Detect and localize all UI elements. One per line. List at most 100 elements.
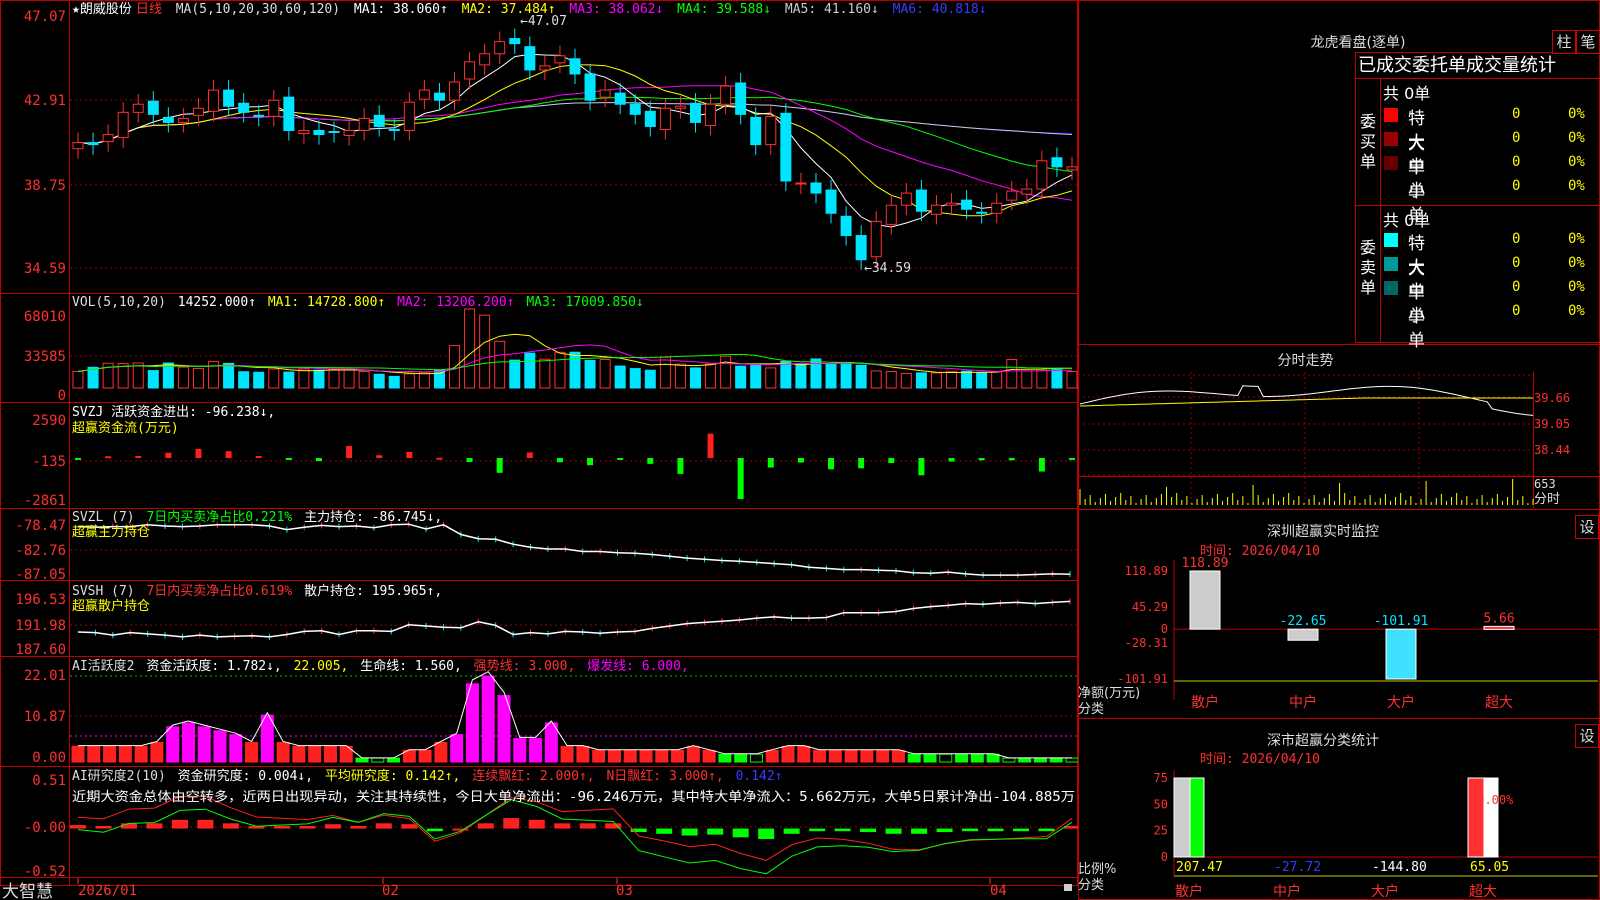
candle <box>840 215 852 236</box>
candle <box>915 189 927 212</box>
order-count: 0 <box>1512 178 1521 194</box>
research-bar <box>911 828 928 834</box>
volume-bar <box>162 362 174 389</box>
activity-bar <box>181 722 195 763</box>
volume-bar <box>328 368 340 389</box>
activity-bar <box>607 749 621 763</box>
activity-bar <box>418 749 432 763</box>
volume-bar <box>614 365 626 389</box>
research-bar <box>273 825 290 829</box>
candle <box>554 55 566 64</box>
candle <box>765 115 777 146</box>
order-percent: 0% <box>1568 255 1585 271</box>
classify-settings-button[interactable]: 设 <box>1575 724 1599 748</box>
candle <box>464 61 476 80</box>
order-percent: 0% <box>1568 178 1585 194</box>
flow-bar <box>496 458 503 473</box>
x-tick: 03 <box>616 883 633 899</box>
research-bar <box>936 828 953 833</box>
price-y-tick: 47.07 <box>24 9 66 25</box>
flow-bar <box>677 458 684 474</box>
order-color-swatch <box>1384 233 1398 247</box>
classify-value-label: 65.05 <box>1470 860 1509 875</box>
activity-bar <box>576 745 590 763</box>
candle <box>358 117 370 131</box>
activity-bar <box>781 745 795 763</box>
candle <box>238 102 250 113</box>
activity-bar <box>813 749 827 763</box>
svzj-y-tick: -2861 <box>24 493 66 509</box>
candle <box>479 53 491 66</box>
order-count: 0 <box>1512 255 1521 271</box>
volume-bar <box>117 363 129 389</box>
monitor-value-label: -22.65 <box>1280 614 1327 629</box>
order-color-swatch <box>1384 156 1398 170</box>
volume-bar <box>298 368 310 389</box>
volume-bar <box>147 370 159 389</box>
activity-bar <box>702 749 716 763</box>
classify-date: 时间: 2026/04/10 <box>1200 752 1320 767</box>
activity-bar <box>292 745 306 763</box>
ai1-y-tick: 10.87 <box>24 709 66 725</box>
monitor-date: 时间: 2026/04/10 <box>1200 544 1320 559</box>
monitor-settings-button[interactable]: 设 <box>1575 515 1599 539</box>
flow-bar <box>978 458 985 461</box>
research-bar <box>222 823 239 829</box>
flow-bar <box>165 452 172 459</box>
activity-bar <box>1018 757 1032 763</box>
volume-bar <box>915 372 927 389</box>
flow-bar <box>1069 458 1075 461</box>
volume-bar <box>494 340 506 389</box>
classify-category: 大户 <box>1371 883 1399 900</box>
vol-y-tick: 68010 <box>24 309 66 325</box>
candle <box>946 202 958 206</box>
tick-mode-button[interactable]: 笔 <box>1576 30 1600 54</box>
flow-bar <box>888 458 895 464</box>
candle <box>539 65 551 71</box>
flow-bar <box>828 458 835 470</box>
activity-bar <box>229 734 243 763</box>
activity-bar <box>939 753 953 763</box>
classify-category: 散户 <box>1175 883 1203 900</box>
volume-bar <box>825 363 837 389</box>
monitor-category: 超大 <box>1485 695 1513 711</box>
candle <box>298 129 310 135</box>
main-chart-area[interactable]: 47.07 42.91 38.75 34.59 68010 33585 0 25… <box>0 0 1078 900</box>
fenshi-avg-line <box>1079 397 1533 407</box>
research-bar <box>554 823 571 829</box>
order-count: 0 <box>1512 130 1521 146</box>
activity-bar <box>923 753 937 763</box>
lock-icon[interactable] <box>1064 884 1072 891</box>
research-bar <box>426 828 443 832</box>
svsh-subtitle: 超赢散户持仓 <box>72 598 150 614</box>
buy-total: 共 0单 <box>1383 84 1431 103</box>
research-bar <box>579 823 596 829</box>
svzj-subtitle: 超赢资金流(万元) <box>72 420 179 436</box>
candle <box>192 107 204 116</box>
research-bar <box>1038 828 1055 832</box>
research-bar <box>70 825 86 829</box>
volume-bar <box>358 371 370 389</box>
order-percent: 0% <box>1568 154 1585 170</box>
bar-mode-button[interactable]: 柱 <box>1552 30 1576 54</box>
candle <box>343 129 355 137</box>
x-tick: 02 <box>382 883 399 899</box>
activity-bar <box>481 675 495 763</box>
ai2-note: 近期大资金总体由空转多，近两日出现异动，关注其持续性，今日大单净流出：-96.2… <box>72 789 1075 805</box>
ma3-line <box>77 96 1073 173</box>
price-y-tick: 34.59 <box>24 261 66 277</box>
activity-bar <box>323 745 337 763</box>
flow-bar <box>105 456 112 459</box>
candle <box>147 100 159 115</box>
flow-bar <box>526 452 533 459</box>
vol-header: VOL(5,10,20) 14252.000↑ MA1: 14728.800↑ … <box>72 295 644 310</box>
sidebar-canvas: 39.66 39.05 38.44 653 分时 118.8945.290-28… <box>1078 0 1600 900</box>
research-bar <box>528 819 545 829</box>
activity-bar <box>955 753 969 763</box>
research-bar <box>758 828 775 840</box>
flow-bar <box>1008 458 1015 461</box>
volume-bar <box>705 363 717 389</box>
candle <box>328 131 340 134</box>
volume-bar <box>313 369 325 389</box>
candle <box>1006 190 1018 201</box>
